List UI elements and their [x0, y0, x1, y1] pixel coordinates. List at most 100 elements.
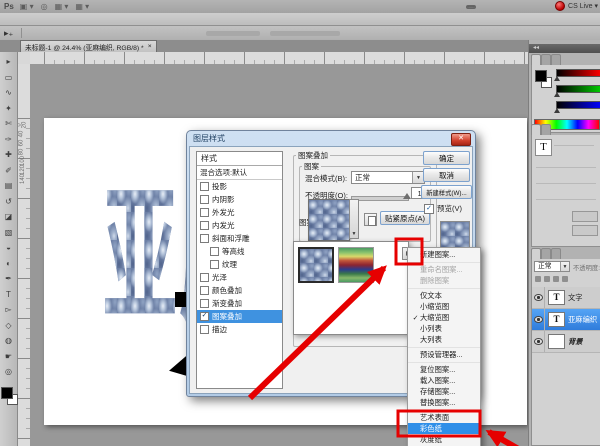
menu-item[interactable]: 载入图案... — [408, 375, 480, 386]
menu-item[interactable]: 预设管理器... — [408, 349, 480, 360]
style-checkbox[interactable] — [200, 286, 209, 295]
tool-button-hand[interactable]: ☛ — [2, 349, 16, 365]
style-checkbox[interactable] — [200, 299, 209, 308]
style-list-item[interactable]: 内阴影 — [197, 193, 282, 206]
panel-tab[interactable] — [531, 54, 541, 65]
style-list-item[interactable]: 斜面和浮雕 — [197, 232, 282, 245]
menu-item[interactable]: 复位图案... — [408, 364, 480, 375]
panel-button[interactable] — [572, 225, 598, 236]
menu-item[interactable]: 大列表 — [408, 334, 480, 345]
tool-button-lasso[interactable]: ∿ — [2, 85, 16, 101]
layer-thumbnail[interactable] — [548, 334, 565, 349]
style-list-item[interactable]: 纹理 — [197, 258, 282, 271]
panel-button[interactable] — [572, 211, 598, 222]
tool-button-eyedropper[interactable]: ✑ — [2, 132, 16, 148]
red-slider-handle[interactable] — [554, 76, 560, 81]
menu-item[interactable]: ✓ 大缩览图 — [408, 312, 480, 323]
panel-tab[interactable] — [531, 248, 541, 259]
blend-mode-select[interactable]: 正常 ▼ — [351, 171, 425, 184]
style-checkbox[interactable] — [200, 273, 209, 282]
opacity-slider[interactable] — [351, 196, 409, 201]
tool-button-gradient[interactable]: ▧ — [2, 225, 16, 241]
visibility-eye-icon[interactable] — [532, 331, 545, 352]
layer-row[interactable]: T 文字 — [532, 287, 600, 309]
workspace-button[interactable] — [516, 6, 524, 8]
text-style-preview[interactable]: T — [535, 139, 552, 156]
ok-button[interactable]: 确定 — [423, 151, 470, 165]
menu-item[interactable]: 替换图案... — [408, 397, 480, 408]
menu-item[interactable]: 存储图案... — [408, 386, 480, 397]
dialog-close-icon[interactable]: ✕ — [451, 133, 471, 146]
menu-item[interactable]: 新建图案... — [408, 249, 480, 260]
panel-tab[interactable] — [541, 248, 551, 259]
foreground-color-swatch[interactable] — [535, 70, 547, 82]
dock-collapse-bar[interactable]: ◂◂ — [529, 44, 600, 53]
blue-slider[interactable] — [556, 101, 600, 109]
style-checkbox[interactable] — [200, 325, 209, 334]
workspace-button[interactable] — [500, 6, 508, 8]
workspace-button[interactable] — [484, 6, 492, 8]
red-slider[interactable] — [556, 69, 600, 77]
menu-item[interactable]: 小缩览图 — [408, 301, 480, 312]
panel-tab[interactable] — [541, 54, 551, 65]
tool-button-blur[interactable]: ◒ — [2, 240, 16, 256]
layer-thumbnail[interactable]: T — [548, 312, 565, 327]
style-checkbox[interactable] — [200, 221, 209, 230]
blue-slider-handle[interactable] — [554, 108, 560, 113]
panel-tab[interactable] — [551, 54, 561, 65]
tool-button-move[interactable]: ▸ — [2, 54, 16, 70]
tool-button-dodge[interactable]: ◐ — [2, 256, 16, 272]
cs-live-button[interactable]: CS Live ▾ — [555, 1, 598, 11]
tool-button-eraser[interactable]: ◪ — [2, 209, 16, 225]
foreground-color-swatch[interactable] — [1, 387, 13, 399]
menu-item[interactable]: 小列表 — [408, 323, 480, 334]
style-checkbox[interactable] — [210, 260, 219, 269]
style-checkbox[interactable] — [210, 247, 219, 256]
tool-button-brush[interactable]: ✐ — [2, 163, 16, 179]
tool-button-type[interactable]: T — [2, 287, 16, 303]
menu-item[interactable]: 彩色纸 — [408, 423, 480, 434]
tool-button-3d[interactable]: ◍ — [2, 333, 16, 349]
tool-button-pen[interactable]: ✒ — [2, 271, 16, 287]
tab-close-icon[interactable]: × — [148, 43, 152, 50]
pattern-picker-dropdown[interactable]: ▼ — [349, 199, 359, 239]
layer-row[interactable]: T 亚麻编织 — [532, 309, 600, 331]
styles-list-header[interactable]: 样式 — [197, 152, 282, 166]
bubbles-pattern-thumbnail[interactable] — [298, 247, 334, 283]
snap-to-origin-button[interactable]: 贴紧原点(A) — [380, 211, 430, 225]
workspace-button[interactable] — [466, 5, 476, 9]
style-list-item[interactable]: 等高线 — [197, 245, 282, 258]
screen-mode-icon[interactable]: ▦ ▾ — [75, 2, 89, 11]
style-list-item[interactable]: 描边 — [197, 323, 282, 336]
style-list-item[interactable]: 投影 — [197, 180, 282, 193]
menu-item[interactable]: 仅文本 — [408, 290, 480, 301]
tool-button-clone-stamp[interactable]: ▤ — [2, 178, 16, 194]
pattern-swatch[interactable] — [308, 199, 350, 241]
document-tab[interactable]: 未标题-1 @ 24.4% (亚麻编织, RGB/8) * × — [20, 40, 157, 52]
new-style-button[interactable]: 新建样式(W)... — [421, 185, 472, 199]
arrange-documents-icon[interactable]: ▦ ▾ — [55, 2, 69, 11]
style-checkbox[interactable]: ✓ — [200, 312, 209, 321]
panel-tab[interactable] — [551, 248, 561, 259]
panel-tab[interactable] — [531, 124, 541, 135]
green-slider-handle[interactable] — [554, 92, 560, 97]
menu-item[interactable]: 艺术表面 — [408, 412, 480, 423]
style-list-item[interactable]: 混合选项:默认 — [197, 166, 282, 180]
tool-button-shape[interactable]: ◇ — [2, 318, 16, 334]
tool-button-path-select[interactable]: ▻ — [2, 302, 16, 318]
tie-dye-pattern-thumbnail[interactable] — [338, 247, 374, 283]
zoom-level-icon[interactable]: ◎ — [41, 2, 48, 11]
style-checkbox[interactable] — [200, 234, 209, 243]
menu-item[interactable]: 灰度纸 — [408, 434, 480, 445]
style-checkbox[interactable] — [200, 182, 209, 191]
style-list-item[interactable]: 外发光 — [197, 206, 282, 219]
opacity-slider-handle[interactable] — [403, 193, 411, 199]
layer-blend-mode-select[interactable]: 正常 ▼ — [534, 261, 570, 272]
tool-button-marquee[interactable]: ▭ — [2, 70, 16, 86]
tool-button-crop[interactable]: ✄ — [2, 116, 16, 132]
lock-icons[interactable] — [535, 276, 568, 282]
visibility-eye-icon[interactable] — [532, 287, 545, 308]
bridge-icon[interactable]: ▣ ▾ — [20, 2, 34, 11]
layer-thumbnail[interactable]: T — [548, 290, 565, 305]
style-list-item[interactable]: 渐变叠加 — [197, 297, 282, 310]
